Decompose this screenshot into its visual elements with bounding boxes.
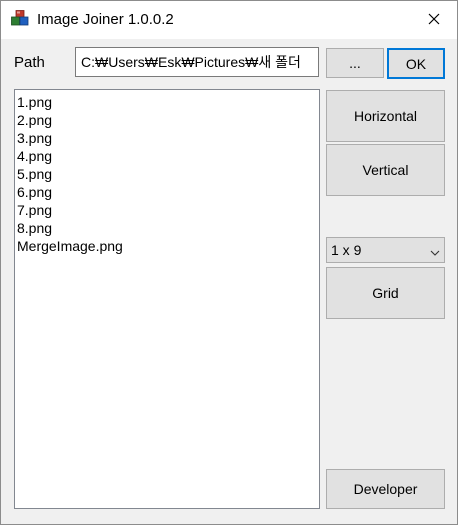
browse-button[interactable]: ...	[326, 48, 384, 78]
path-label: Path	[14, 54, 45, 71]
list-item[interactable]: MergeImage.png	[17, 237, 317, 255]
ok-button[interactable]: OK	[387, 48, 445, 79]
horizontal-button[interactable]: Horizontal	[326, 90, 445, 142]
vertical-button[interactable]: Vertical	[326, 144, 445, 196]
list-item[interactable]: 1.png	[17, 93, 317, 111]
list-item[interactable]: 7.png	[17, 201, 317, 219]
list-item[interactable]: 8.png	[17, 219, 317, 237]
list-item[interactable]: 5.png	[17, 165, 317, 183]
list-item[interactable]: 6.png	[17, 183, 317, 201]
app-window: Image Joiner 1.0.0.2 Path ... OK 1.png 2…	[0, 0, 458, 525]
list-item[interactable]: 2.png	[17, 111, 317, 129]
file-list[interactable]: 1.png 2.png 3.png 4.png 5.png 6.png 7.pn…	[14, 89, 320, 509]
grid-button[interactable]: Grid	[326, 267, 445, 319]
developer-button[interactable]: Developer	[326, 469, 445, 509]
close-icon	[428, 12, 440, 28]
title-bar[interactable]: Image Joiner 1.0.0.2	[1, 1, 457, 39]
path-input[interactable]	[75, 47, 319, 77]
window-title: Image Joiner 1.0.0.2	[37, 11, 174, 28]
grid-size-value: 1 x 9	[331, 242, 362, 258]
close-button[interactable]	[411, 1, 457, 39]
grid-size-select[interactable]: 1 x 9	[326, 237, 445, 263]
list-item[interactable]: 4.png	[17, 147, 317, 165]
list-item[interactable]: 3.png	[17, 129, 317, 147]
chevron-down-icon	[430, 245, 440, 256]
image-joiner-app-icon	[11, 10, 29, 28]
